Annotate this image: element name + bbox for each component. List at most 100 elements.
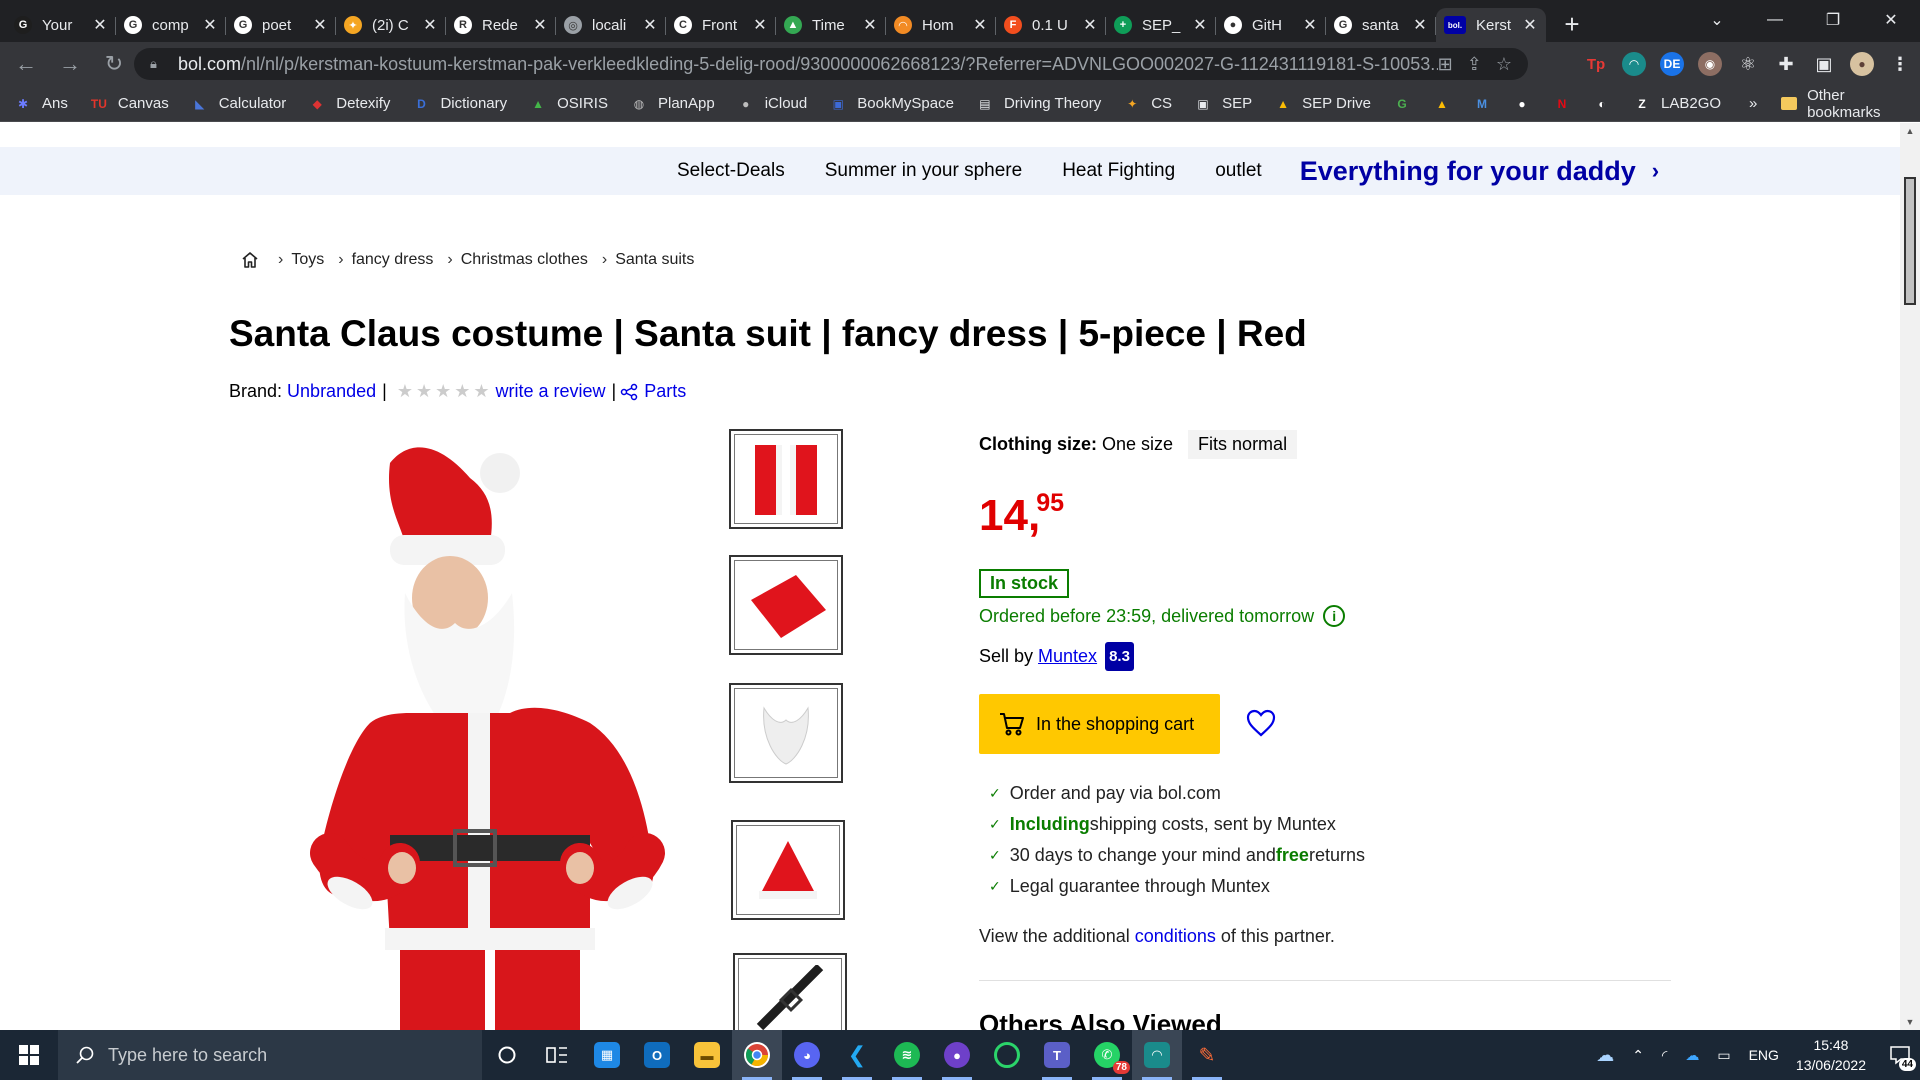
language-indicator[interactable]: ENG — [1749, 1047, 1779, 1063]
close-icon[interactable]: ✕ — [532, 15, 548, 35]
brand-link[interactable]: Unbranded — [287, 381, 376, 402]
extensions-icon[interactable]: ✚ — [1774, 52, 1798, 76]
github-desktop-icon[interactable]: ● — [932, 1030, 982, 1080]
close-icon[interactable]: ✕ — [642, 15, 658, 35]
deal-link-heat-fighting[interactable]: Heat Fighting — [1062, 160, 1175, 182]
write-review-link[interactable]: write a review — [496, 381, 606, 402]
task-view-icon[interactable] — [532, 1030, 582, 1080]
close-icon[interactable]: ✕ — [202, 15, 218, 35]
bookmark-item[interactable]: Z LAB2GO — [1633, 95, 1721, 113]
windows-start-button[interactable] — [0, 1030, 58, 1080]
bookmark-item[interactable]: ▣ SEP — [1194, 95, 1252, 113]
browser-tab[interactable]: G Your ✕ — [6, 8, 116, 42]
tp-extension-icon[interactable]: Tp — [1584, 52, 1608, 76]
profile-avatar[interactable]: ● — [1850, 52, 1874, 76]
arc-extension-icon[interactable]: ◠ — [1622, 52, 1646, 76]
wifi-icon[interactable]: ◜ — [1662, 1047, 1667, 1064]
browser-tab[interactable]: ✦ (2i) C ✕ — [336, 8, 446, 42]
whatsapp-icon[interactable]: ✆ 78 — [1082, 1030, 1132, 1080]
browser-tab[interactable]: R Rede ✕ — [446, 8, 556, 42]
scrollbar-thumb[interactable] — [1904, 177, 1916, 305]
close-icon[interactable]: ✕ — [92, 15, 108, 35]
deal-link-select-deals[interactable]: Select-Deals — [677, 160, 785, 182]
calendar-app-icon[interactable]: ▦ — [582, 1030, 632, 1080]
arc-app-icon[interactable]: ◠ — [1132, 1030, 1182, 1080]
forward-button[interactable]: → — [52, 46, 88, 82]
close-icon[interactable]: ✕ — [1302, 15, 1318, 35]
close-icon[interactable]: ✕ — [862, 15, 878, 35]
bookmark-item[interactable]: ▲ — [1433, 95, 1451, 113]
bookmark-item[interactable]: TU Canvas — [90, 95, 169, 113]
page-scrollbar[interactable]: ▲ ▼ — [1900, 123, 1920, 1030]
translate-icon[interactable]: ⊞ — [1438, 54, 1453, 75]
close-icon[interactable]: ✕ — [1412, 15, 1428, 35]
close-icon[interactable]: ✕ — [1082, 15, 1098, 35]
seller-link[interactable]: Muntex — [1038, 646, 1097, 667]
bookmark-item[interactable]: ◐ — [1593, 95, 1611, 113]
clock[interactable]: 15:48 13/06/2022 — [1796, 1035, 1866, 1075]
breadcrumb-fancy-dress[interactable]: fancy dress — [352, 251, 434, 269]
product-main-image[interactable] — [290, 423, 710, 1030]
side-panel-icon[interactable]: ▣ — [1812, 52, 1836, 76]
browser-tab[interactable]: + SEP_ ✕ — [1106, 8, 1216, 42]
close-icon[interactable]: ✕ — [1192, 15, 1208, 35]
thumbnail-belt[interactable] — [733, 953, 847, 1030]
promo-link[interactable]: Everything for your daddy › — [1300, 156, 1659, 187]
battery-icon[interactable]: ▭ — [1717, 1047, 1730, 1064]
deepl-extension-icon[interactable]: DE — [1660, 52, 1684, 76]
add-to-cart-button[interactable]: In the shopping cart — [979, 694, 1220, 754]
minimize-icon[interactable]: — — [1746, 0, 1804, 40]
browser-tab[interactable]: ◎ locali ✕ — [556, 8, 666, 42]
teams-icon[interactable]: T — [1032, 1030, 1082, 1080]
close-icon[interactable]: ✕ — [312, 15, 328, 35]
browser-tab[interactable]: Gsanta ✕ — [1326, 8, 1436, 42]
info-icon[interactable]: i — [1323, 605, 1346, 627]
breadcrumb-christmas-clothes[interactable]: Christmas clothes — [461, 251, 588, 269]
browser-tab[interactable]: bol. Kerst ✕ — [1436, 8, 1546, 42]
restore-icon[interactable]: ❐ — [1804, 0, 1862, 40]
browser-tab[interactable]: Gcomp ✕ — [116, 8, 226, 42]
browser-tab[interactable]: ● GitH ✕ — [1216, 8, 1326, 42]
parts-link[interactable]: Parts — [620, 381, 686, 402]
home-icon[interactable] — [240, 250, 260, 270]
bookmark-star-icon[interactable]: ☆ — [1496, 54, 1512, 75]
thumbnail-hat[interactable] — [731, 820, 845, 920]
bookmark-item[interactable]: ▲ OSIRIS — [529, 95, 608, 113]
browser-tab[interactable]: ▲ Time ✕ — [776, 8, 886, 42]
thumbnail-jacket[interactable] — [729, 429, 843, 529]
react-devtools-icon[interactable]: ⚛ — [1736, 52, 1760, 76]
thumbnail-beard[interactable] — [729, 683, 843, 783]
chevron-up-icon[interactable]: ⌃ — [1632, 1047, 1644, 1064]
thumbnail-bag[interactable] — [729, 555, 843, 655]
bookmark-item[interactable]: ✦ CS — [1123, 95, 1172, 113]
close-icon[interactable]: ✕ — [422, 15, 438, 35]
close-window-icon[interactable]: ✕ — [1862, 0, 1920, 40]
close-icon[interactable]: ✕ — [752, 15, 768, 35]
tab-search-icon[interactable]: ⌄ — [1688, 0, 1746, 40]
cortana-icon[interactable] — [482, 1030, 532, 1080]
reload-button[interactable]: ↻ — [96, 46, 132, 82]
bookmark-item[interactable]: D Dictionary — [412, 95, 507, 113]
new-tab-button[interactable]: + — [1552, 7, 1592, 41]
breadcrumb-toys[interactable]: Toys — [291, 251, 324, 269]
sync-app-icon[interactable] — [982, 1030, 1032, 1080]
owl-extension-icon[interactable]: ◉ — [1698, 52, 1722, 76]
other-bookmarks-folder[interactable]: Other bookmarks — [1781, 87, 1920, 121]
taskbar-search-input[interactable]: Type here to search — [58, 1030, 482, 1080]
browser-tab[interactable]: ◠ Hom ✕ — [886, 8, 996, 42]
deal-link-outlet[interactable]: outlet — [1215, 160, 1261, 182]
vscode-icon[interactable]: ❮ — [832, 1030, 882, 1080]
close-icon[interactable]: ✕ — [1522, 15, 1538, 35]
bookmark-item[interactable]: ✱ Ans — [14, 95, 68, 113]
bookmark-item[interactable]: ● iCloud — [737, 95, 807, 113]
browser-tab[interactable]: C Front ✕ — [666, 8, 776, 42]
scroll-up-icon[interactable]: ▲ — [1900, 123, 1920, 139]
outlook-icon[interactable]: O — [632, 1030, 682, 1080]
bookmark-item[interactable]: ◆ Detexify — [308, 95, 391, 113]
share-icon[interactable]: ⇪ — [1467, 54, 1482, 75]
bookmark-item[interactable]: ▣ BookMySpace — [829, 95, 954, 113]
menu-icon[interactable]: ⋮ — [1888, 52, 1912, 76]
bookmark-item[interactable]: G — [1393, 95, 1411, 113]
bookmark-item[interactable]: ◍ PlanApp — [630, 95, 715, 113]
browser-tab[interactable]: F 0.1 U ✕ — [996, 8, 1106, 42]
